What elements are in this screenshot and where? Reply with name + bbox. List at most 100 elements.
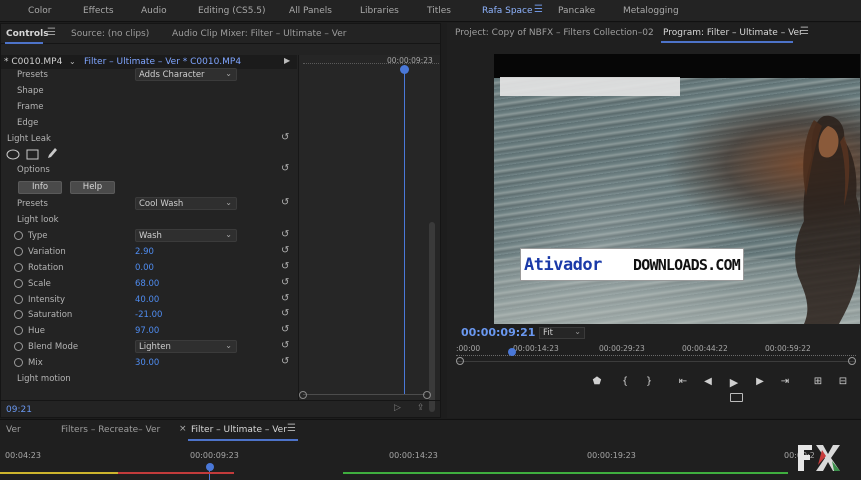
workspace-editing[interactable]: Editing (CS5.5) xyxy=(198,6,266,16)
ellipse-mask-icon[interactable] xyxy=(6,149,20,160)
stopwatch-icon[interactable] xyxy=(14,326,23,335)
program-ruler[interactable]: :00:00 00:00:14:23 00:00:29:23 00:00:44:… xyxy=(456,341,856,361)
footer-timecode[interactable]: 09:21 xyxy=(6,405,32,415)
hue-value[interactable]: 97.00 xyxy=(135,326,159,336)
workspace-menu-icon[interactable]: ☰ xyxy=(534,4,543,15)
marker-icon[interactable]: ⬟ xyxy=(590,376,604,387)
reset-icon[interactable]: ↺ xyxy=(281,197,289,208)
reset-icon[interactable]: ↺ xyxy=(281,324,289,335)
export-frame-icon[interactable] xyxy=(730,393,743,402)
reset-icon[interactable]: ↺ xyxy=(281,132,289,143)
stopwatch-icon[interactable] xyxy=(14,295,23,304)
tab-audio-clip-mixer[interactable]: Audio Clip Mixer: Filter – Ultimate – Ve… xyxy=(172,29,346,39)
tab-menu-icon[interactable]: ☰ xyxy=(800,26,809,37)
help-button[interactable]: Help xyxy=(70,181,115,194)
workspace-pancake[interactable]: Pancake xyxy=(558,6,595,16)
light-leak-row[interactable]: Light Leak ↺ xyxy=(1,132,297,147)
presets-top-dropdown[interactable]: Adds Character ⌄ xyxy=(135,68,237,81)
pen-mask-icon[interactable] xyxy=(46,147,59,160)
stopwatch-icon[interactable] xyxy=(14,231,23,240)
chevron-down-icon[interactable]: ⌄ xyxy=(69,57,76,66)
mini-playhead-line xyxy=(404,73,405,395)
tab-project[interactable]: Project: Copy of NBFX – Filters Collecti… xyxy=(455,28,654,38)
tab-effect-controls[interactable]: Controls xyxy=(6,29,49,39)
program-zoom-scrollbar[interactable] xyxy=(456,357,856,365)
mix-value[interactable]: 30.00 xyxy=(135,358,159,368)
expand-right-icon[interactable]: ▶ xyxy=(284,56,290,65)
close-icon[interactable]: × xyxy=(179,424,187,434)
step-back-icon[interactable]: ◀ xyxy=(701,376,715,387)
tab-menu-icon[interactable]: ☰ xyxy=(47,27,56,38)
go-to-out-icon[interactable]: ⇥ xyxy=(778,376,792,387)
tab-sequence-ultimate[interactable]: Filter – Ultimate – Ver xyxy=(191,425,287,435)
stopwatch-icon[interactable] xyxy=(14,342,23,351)
scroll-handle-right[interactable] xyxy=(423,391,431,399)
go-to-in-icon[interactable]: ⇤ xyxy=(676,376,690,387)
filter-icon[interactable]: ▷ xyxy=(394,403,401,413)
horizontal-scrollbar[interactable] xyxy=(303,394,425,398)
stopwatch-icon[interactable] xyxy=(14,358,23,367)
shape-row[interactable]: Shape xyxy=(1,84,297,99)
effect-controls-timeline[interactable]: 00:00:09:23 xyxy=(298,55,440,400)
workspace-effects[interactable]: Effects xyxy=(83,6,114,16)
zoom-dropdown[interactable]: Fit ⌄ xyxy=(539,327,585,339)
zoom-handle-right[interactable] xyxy=(848,357,856,365)
stopwatch-icon[interactable] xyxy=(14,263,23,272)
presets-row: Presets Cool Wash ⌄ ↺ xyxy=(1,197,297,212)
workspace-audio[interactable]: Audio xyxy=(141,6,167,16)
reset-icon[interactable]: ↺ xyxy=(281,163,289,174)
reset-icon[interactable]: ↺ xyxy=(281,308,289,319)
clip-selector[interactable]: * C0010.MP4 xyxy=(4,57,62,67)
program-video-frame[interactable]: Ativador DOWNLOADS.COM xyxy=(494,54,860,324)
rectangle-mask-icon[interactable] xyxy=(26,149,39,160)
edge-row[interactable]: Edge xyxy=(1,116,297,131)
play-icon[interactable]: ▶ xyxy=(727,376,741,389)
reset-icon[interactable]: ↺ xyxy=(281,277,289,288)
variation-value[interactable]: 2.90 xyxy=(135,247,154,257)
zoom-handle-left[interactable] xyxy=(456,357,464,365)
overwrite-icon[interactable]: ⊟ xyxy=(836,376,850,387)
workspace-titles[interactable]: Titles xyxy=(427,6,451,16)
stopwatch-icon[interactable] xyxy=(14,279,23,288)
insert-icon[interactable]: ⊞ xyxy=(811,376,825,387)
scroll-handle-left[interactable] xyxy=(299,391,307,399)
reset-icon[interactable]: ↺ xyxy=(281,229,289,240)
timeline-playhead[interactable] xyxy=(206,463,214,471)
type-dropdown[interactable]: Wash ⌄ xyxy=(135,229,237,242)
tab-sequence-ver[interactable]: Ver xyxy=(6,425,21,435)
scale-value[interactable]: 68.00 xyxy=(135,279,159,289)
export-icon[interactable]: ⇪ xyxy=(417,403,425,413)
workspace-color[interactable]: Color xyxy=(28,6,52,16)
workspace-metalogging[interactable]: Metalogging xyxy=(623,6,679,16)
program-playhead[interactable] xyxy=(508,348,516,356)
rotation-value[interactable]: 0.00 xyxy=(135,263,154,273)
workspace-all-panels[interactable]: All Panels xyxy=(289,6,332,16)
reset-icon[interactable]: ↺ xyxy=(281,261,289,272)
intensity-value[interactable]: 40.00 xyxy=(135,295,159,305)
blend-mode-dropdown[interactable]: Lighten ⌄ xyxy=(135,340,237,353)
tab-sequence-recreate[interactable]: Filters – Recreate– Ver xyxy=(61,425,160,435)
light-motion-row[interactable]: Light motion xyxy=(1,372,297,387)
stopwatch-icon[interactable] xyxy=(14,247,23,256)
info-button[interactable]: Info xyxy=(18,181,62,194)
stopwatch-icon[interactable] xyxy=(14,310,23,319)
step-forward-icon[interactable]: ▶ xyxy=(753,376,767,387)
reset-icon[interactable]: ↺ xyxy=(281,340,289,351)
frame-row[interactable]: Frame xyxy=(1,100,297,115)
reset-icon[interactable]: ↺ xyxy=(281,293,289,304)
saturation-value[interactable]: -21.00 xyxy=(135,310,162,320)
tab-menu-icon[interactable]: ☰ xyxy=(287,423,296,434)
presets-dropdown[interactable]: Cool Wash ⌄ xyxy=(135,197,237,210)
light-look-row[interactable]: Light look xyxy=(1,213,297,228)
mark-in-icon[interactable]: { xyxy=(618,376,632,387)
vertical-scrollbar[interactable] xyxy=(429,222,435,412)
program-timecode[interactable]: 00:00:09:21 xyxy=(461,326,535,339)
reset-icon[interactable]: ↺ xyxy=(281,356,289,367)
tab-program[interactable]: Program: Filter – Ultimate – Ver xyxy=(663,28,803,38)
workspace-libraries[interactable]: Libraries xyxy=(360,6,399,16)
options-row[interactable]: Options ↺ xyxy=(1,163,297,178)
tab-source[interactable]: Source: (no clips) xyxy=(71,29,149,39)
mark-out-icon[interactable]: } xyxy=(642,376,656,387)
workspace-rafa-space[interactable]: Rafa Space xyxy=(482,6,533,16)
reset-icon[interactable]: ↺ xyxy=(281,245,289,256)
